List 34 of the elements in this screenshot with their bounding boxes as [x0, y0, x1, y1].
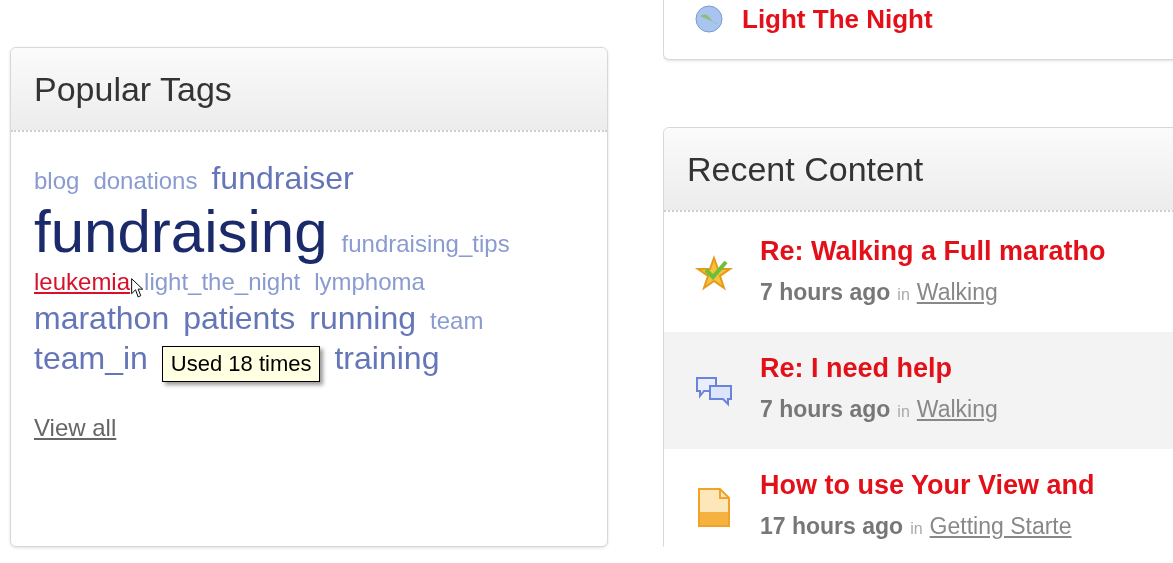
content-link[interactable]: Light The Night	[742, 6, 933, 32]
content-row[interactable]: Re: I need help 7 hours ago in Walking	[664, 332, 1173, 449]
tag-link[interactable]: leukemia	[34, 270, 131, 294]
card-title: Popular Tags	[34, 68, 232, 110]
tag-link[interactable]: patients	[183, 302, 296, 334]
content-link[interactable]: Re: Walking a Full maratho	[760, 237, 1106, 265]
content-link[interactable]: Re: I need help	[760, 354, 998, 382]
tag-link[interactable]: fundraising_tips	[341, 232, 510, 256]
category-link[interactable]: Getting Starte	[929, 508, 1072, 544]
globe-icon	[694, 4, 724, 34]
tag-link[interactable]: training	[334, 342, 440, 374]
tag-link[interactable]: marathon	[34, 302, 170, 334]
content-link[interactable]: How to use Your View and	[760, 471, 1095, 499]
in-label: in	[897, 284, 910, 305]
timestamp: 17 hours ago	[760, 511, 904, 541]
tag-link[interactable]: blog	[34, 169, 80, 193]
view-all-link[interactable]: View all	[34, 414, 117, 441]
cursor-icon	[131, 278, 145, 299]
tooltip: Used 18 times	[161, 346, 321, 382]
tag-link[interactable]: fundraising	[34, 202, 328, 262]
category-link[interactable]: Walking	[916, 274, 998, 310]
timestamp: 7 hours ago	[760, 394, 891, 424]
category-link[interactable]: Walking	[916, 391, 998, 427]
tag-link[interactable]: fundraiser	[211, 162, 354, 194]
tag-link[interactable]: lymphoma	[314, 270, 425, 294]
tag-link[interactable]: team_in	[34, 342, 148, 374]
tag-link[interactable]: light_the_night	[144, 270, 301, 294]
in-label: in	[910, 518, 923, 539]
tag-link[interactable]: running	[309, 302, 416, 334]
tag-link[interactable]: team	[430, 309, 484, 333]
tag-link[interactable]: donations	[93, 169, 198, 193]
in-label: in	[897, 401, 910, 422]
card-title: Recent Content	[687, 148, 924, 190]
timestamp: 7 hours ago	[760, 277, 891, 307]
